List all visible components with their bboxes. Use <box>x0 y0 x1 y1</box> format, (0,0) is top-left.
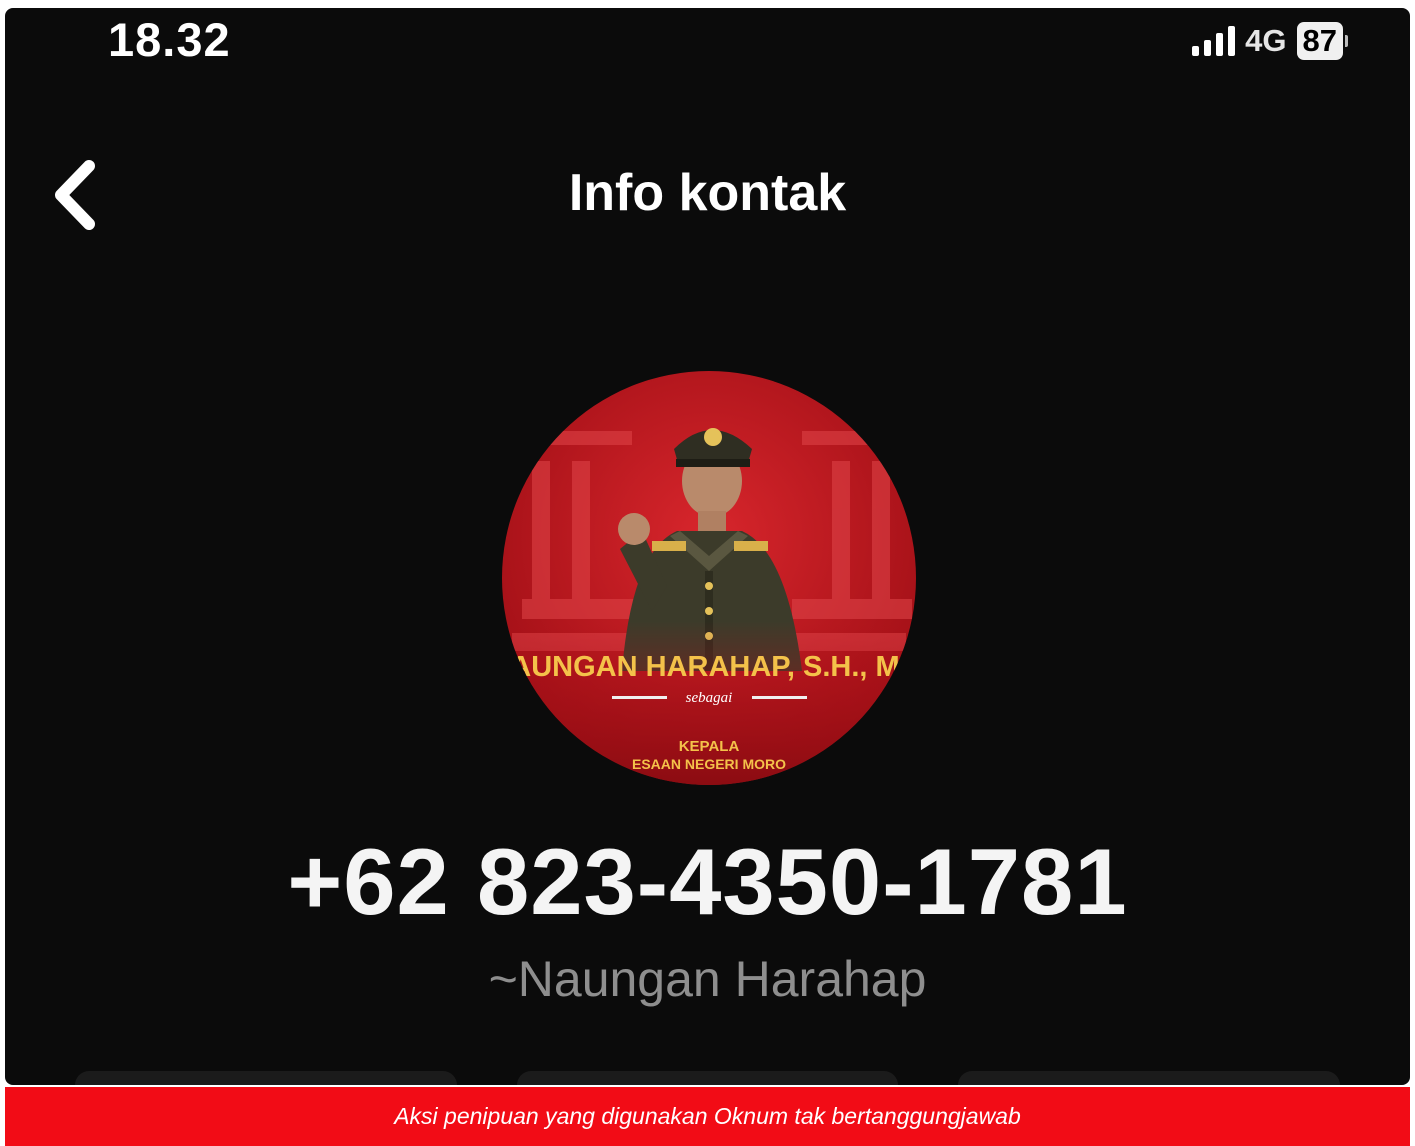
contact-display-name: ~Naungan Harahap <box>488 951 927 1007</box>
avatar-banner-office: ESAAN NEGERI MORO <box>632 756 786 772</box>
action-button[interactable] <box>75 1071 457 1085</box>
status-indicators: 4G 87 <box>1192 22 1348 60</box>
signal-icon <box>1192 26 1236 56</box>
avatar-banner-role: KEPALA <box>679 738 740 755</box>
action-button[interactable] <box>516 1071 899 1085</box>
battery-level: 87 <box>1296 22 1343 60</box>
image-caption: Aksi penipuan yang digunakan Oknum tak b… <box>394 1103 1021 1129</box>
page-title: Info kontak <box>568 164 847 222</box>
avatar-banner-script: sebagai <box>686 690 733 706</box>
avatar-banner-name: AUNGAN HARAHAP, S.H., M. <box>510 651 907 683</box>
contact-avatar[interactable]: AUNGAN HARAHAP, S.H., M. sebagai KEPALA … <box>502 371 916 785</box>
status-time: 18.32 <box>108 13 231 66</box>
action-button[interactable] <box>958 1071 1341 1085</box>
network-type: 4G <box>1245 23 1287 58</box>
action-buttons-row <box>5 1071 1410 1085</box>
phone-screen: 18.32 4G 87 Info kontak AUNGAN HARAHAP, … <box>5 8 1410 1085</box>
battery-icon: 87 <box>1296 22 1348 60</box>
contact-phone-number[interactable]: +62 823-4350-1781 <box>5 828 1410 936</box>
image-caption-bar: Aksi penipuan yang digunakan Oknum tak b… <box>5 1087 1410 1146</box>
